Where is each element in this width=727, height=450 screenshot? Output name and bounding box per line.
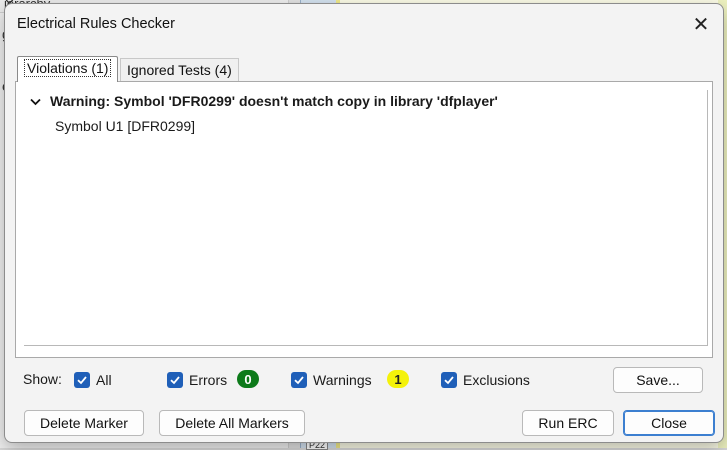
save-button[interactable]: Save... [613,367,703,393]
violations-page: Warning: Symbol 'DFR0299' doesn't match … [15,81,713,358]
checkbox-checked-icon [167,372,183,388]
filter-all-label: All [96,372,112,388]
tab-ignored-tests-label: Ignored Tests (4) [127,62,232,78]
run-erc-button[interactable]: Run ERC [522,410,614,436]
tab-ignored-tests[interactable]: Ignored Tests (4) [120,58,239,81]
warnings-count-badge: 1 [387,370,409,388]
checkbox-checked-icon [74,372,90,388]
checkbox-checked-icon [291,372,307,388]
filter-errors-label: Errors [189,372,228,388]
violation-row[interactable]: Warning: Symbol 'DFR0299' doesn't match … [30,90,498,112]
tab-violations[interactable]: Violations (1) [17,56,119,82]
filter-exclusions-label: Exclusions [463,372,530,388]
violation-message: Warning: Symbol 'DFR0299' doesn't match … [50,93,498,109]
chevron-down-icon[interactable] [30,92,42,114]
erc-dialog: Electrical Rules Checker ✕ Violations (1… [4,3,724,443]
delete-all-markers-button[interactable]: Delete All Markers [159,410,305,436]
close-icon[interactable]: ✕ [689,12,713,36]
show-filter-row: Show: All Errors 0 Warnings 1 Exclusions… [5,364,723,394]
show-label: Show: [23,371,62,387]
filter-warnings-label: Warnings [313,372,372,388]
close-button[interactable]: Close [623,410,715,436]
title-bar[interactable]: Electrical Rules Checker ✕ [5,4,723,42]
filter-exclusions-checkbox[interactable]: Exclusions [441,371,530,389]
checkbox-checked-icon [441,372,457,388]
errors-count-badge: 0 [237,370,259,388]
violations-tree[interactable]: Warning: Symbol 'DFR0299' doesn't match … [24,90,708,346]
dialog-title: Electrical Rules Checker [17,16,175,32]
delete-marker-button[interactable]: Delete Marker [24,410,144,436]
violation-item[interactable]: Symbol U1 [DFR0299] [55,115,195,137]
filter-all-checkbox[interactable]: All [74,371,112,389]
tab-violations-label: Violations (1) [24,59,112,77]
filter-warnings-checkbox[interactable]: Warnings [291,371,372,389]
filter-errors-checkbox[interactable]: Errors [167,371,227,389]
